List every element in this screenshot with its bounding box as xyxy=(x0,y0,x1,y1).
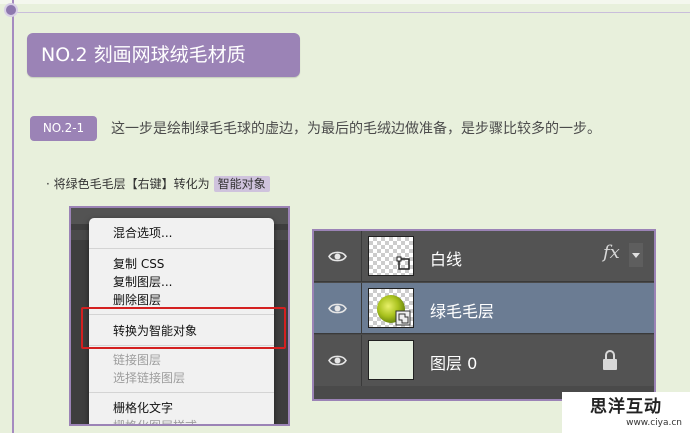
layer-row-selected[interactable]: 绿毛毛层 xyxy=(314,283,654,334)
layer-row[interactable]: 白线 fx xyxy=(314,231,654,282)
step-description: 这一步是绘制绿毛毛球的虚边，为最后的毛绒边做准备，是步骤比较多的一步。 xyxy=(111,121,601,137)
eye-icon[interactable] xyxy=(328,300,347,317)
top-bar xyxy=(0,0,690,4)
chevron-down-icon[interactable] xyxy=(629,243,643,267)
watermark-logo: 思洋互动 www.ciya.cn xyxy=(562,392,690,433)
menu-separator xyxy=(89,248,274,249)
visibility-cell[interactable] xyxy=(314,283,362,334)
step-badge: NO.2-1 xyxy=(30,116,97,141)
menu-item-blending-options[interactable]: 混合选项... xyxy=(113,224,172,241)
layer-row[interactable]: 图层 0 xyxy=(314,335,654,386)
lock-icon xyxy=(603,350,617,370)
watermark-url: www.ciya.cn xyxy=(626,418,682,428)
layer-name: 白线 xyxy=(430,250,463,269)
eye-icon[interactable] xyxy=(328,248,347,265)
transform-corner-icon xyxy=(396,256,410,270)
layer-name: 图层 0 xyxy=(430,354,478,373)
layer-thumbnail xyxy=(368,288,414,328)
visibility-cell[interactable] xyxy=(314,231,362,282)
menu-item-duplicate-layer[interactable]: 复制图层... xyxy=(113,273,172,290)
timeline-line xyxy=(12,0,14,433)
layer-thumbnail xyxy=(368,340,414,380)
green-ball-icon xyxy=(377,295,411,326)
instruction-text: · 将绿色毛毛层【右键】转化为 xyxy=(46,177,210,191)
timeline-dot-icon xyxy=(4,3,18,17)
menu-separator xyxy=(89,392,274,393)
highlight-box xyxy=(81,307,286,349)
instruction-line: · 将绿色毛毛层【右键】转化为 智能对象 xyxy=(46,175,270,192)
menu-item-select-linked-layers: 选择链接图层 xyxy=(113,371,186,385)
menu-item-link-layers: 链接图层 xyxy=(113,353,162,367)
fx-icon[interactable]: fx xyxy=(603,242,620,263)
top-divider xyxy=(14,12,690,13)
visibility-cell[interactable] xyxy=(314,335,362,386)
menu-item-rasterize-layer-style: 栅格化图层样式 xyxy=(113,419,198,426)
layer-name: 绿毛毛层 xyxy=(430,302,495,321)
menu-item-delete-layer[interactable]: 删除图层 xyxy=(113,291,161,308)
eye-icon[interactable] xyxy=(328,352,347,369)
row-divider xyxy=(314,333,654,334)
menu-item-copy-css[interactable]: 复制 CSS xyxy=(113,255,164,272)
section-title: NO.2 刻画网球绒毛材质 xyxy=(27,33,300,77)
layers-panel-screenshot: 白线 fx 绿毛毛层 图层 0 xyxy=(312,229,656,401)
menu-item-rasterize-type[interactable]: 栅格化文字 xyxy=(113,399,173,416)
layer-thumbnail xyxy=(368,236,414,276)
watermark-text: 思洋互动 xyxy=(590,397,662,417)
row-divider xyxy=(314,281,654,282)
instruction-highlight: 智能对象 xyxy=(213,176,270,192)
